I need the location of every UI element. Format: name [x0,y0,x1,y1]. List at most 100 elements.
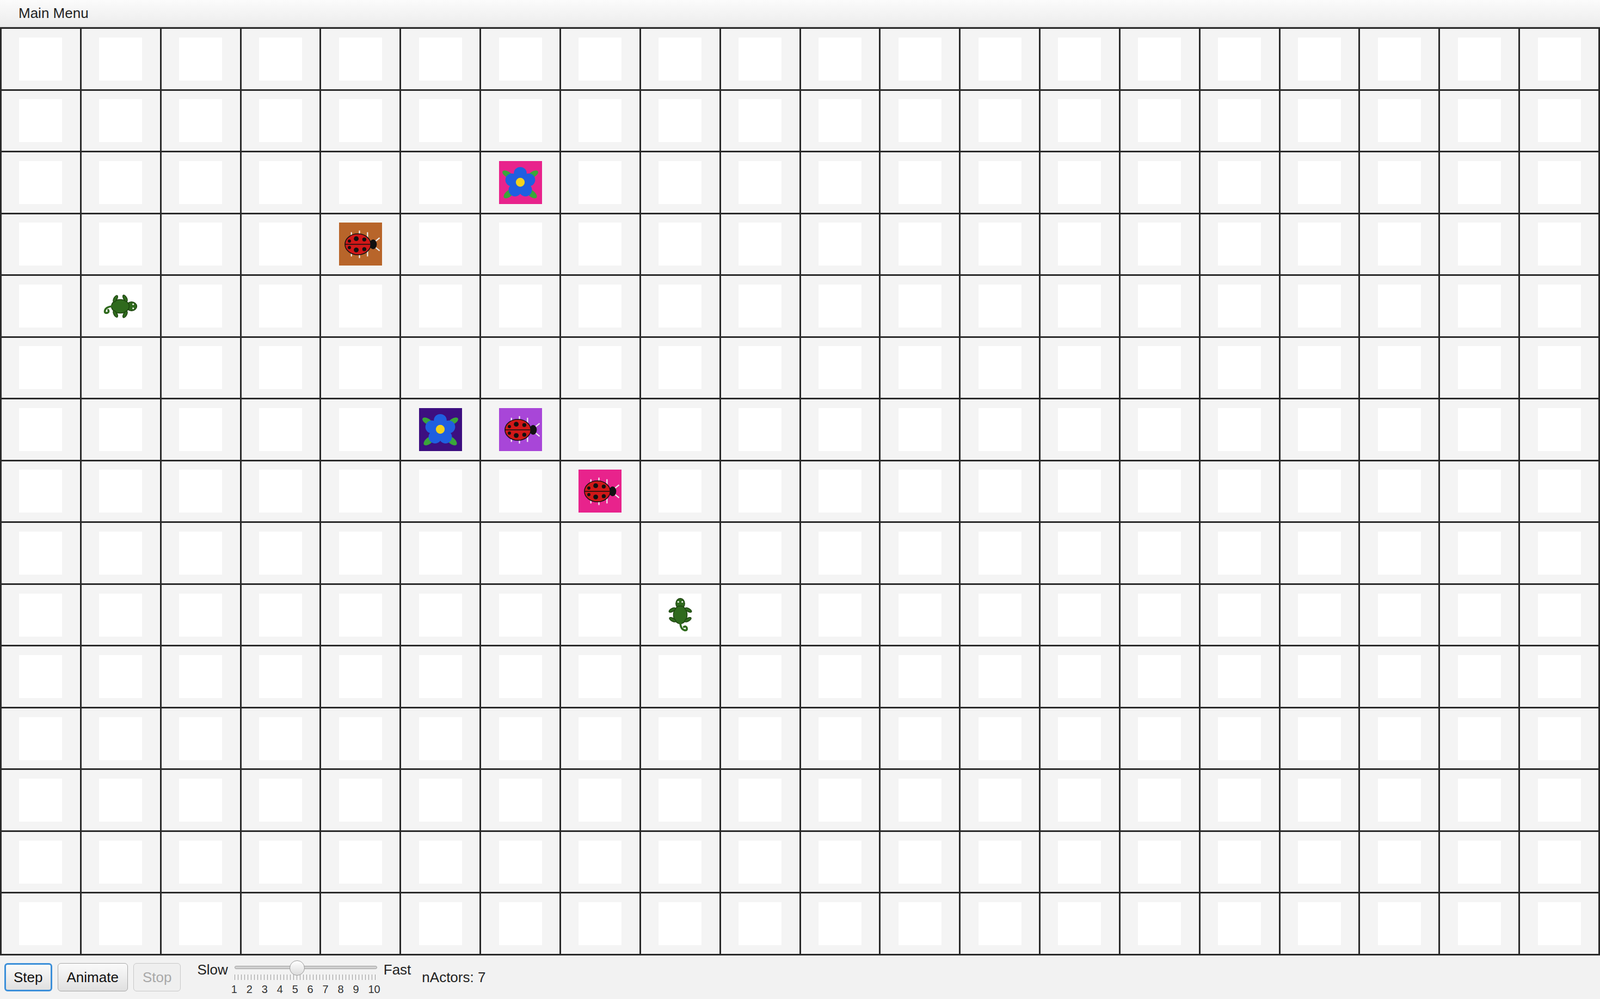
grid-cell[interactable] [801,399,882,462]
grid-cell[interactable] [401,28,482,91]
grid-cell[interactable] [241,152,322,215]
grid-cell[interactable] [1280,28,1361,91]
grid-cell[interactable] [1040,461,1121,524]
grid-cell[interactable] [641,214,722,277]
grid-cell[interactable] [1120,770,1201,833]
flower-tile[interactable] [499,161,543,205]
grid-cell[interactable] [960,461,1041,524]
grid-cell[interactable] [401,585,482,648]
grid-cell[interactable] [1440,90,1520,153]
grid-cell[interactable] [1200,214,1281,277]
grid-cell[interactable] [1120,708,1201,771]
grid-cell[interactable] [401,337,482,400]
grid-cell[interactable] [960,399,1041,462]
grid-cell[interactable] [1120,893,1201,956]
bug-actor[interactable] [578,469,622,513]
grid-cell[interactable] [1200,337,1281,400]
grid-cell[interactable] [1,585,82,648]
grid-cell[interactable] [1200,585,1281,648]
grid-cell[interactable] [960,90,1041,153]
grid-cell[interactable] [81,90,162,153]
critter-actor[interactable] [99,284,143,328]
grid-cell[interactable] [1280,152,1361,215]
grid-cell[interactable] [1,522,82,586]
grid-cell[interactable] [161,275,242,338]
grid-cell[interactable] [880,522,961,586]
grid-cell[interactable] [880,893,961,956]
grid-cell[interactable] [1360,832,1440,895]
grid-cell[interactable] [161,708,242,771]
grid-cell[interactable] [641,337,722,400]
grid-cell[interactable] [81,646,162,709]
grid-cell[interactable] [1360,461,1440,524]
grid-cell[interactable] [721,275,802,338]
grid-cell[interactable] [481,399,562,462]
grid-cell[interactable] [81,585,162,648]
grid-cell[interactable] [1,399,82,462]
grid-cell[interactable] [1120,28,1201,91]
grid-cell[interactable] [241,399,322,462]
grid-cell[interactable] [561,461,642,524]
grid-cell[interactable] [721,832,802,895]
grid-cell[interactable] [161,832,242,895]
grid-cell[interactable] [1040,646,1121,709]
grid-cell[interactable] [161,28,242,91]
grid-cell[interactable] [401,893,482,956]
grid-cell[interactable] [241,275,322,338]
grid-cell[interactable] [1040,28,1121,91]
grid-cell[interactable] [561,90,642,153]
grid-cell[interactable] [321,770,402,833]
grid-cell[interactable] [1520,522,1600,586]
grid-cell[interactable] [1040,770,1121,833]
grid-cell[interactable] [880,461,961,524]
grid-cell[interactable] [1200,522,1281,586]
grid-cell[interactable] [481,522,562,586]
grid-cell[interactable] [1040,522,1121,586]
bug-actor[interactable] [339,222,383,266]
grid-cell[interactable] [641,708,722,771]
grid-cell[interactable] [241,832,322,895]
grid-cell[interactable] [561,893,642,956]
critter-tile[interactable] [99,284,143,328]
grid-cell[interactable] [1520,708,1600,771]
grid-cell[interactable] [960,893,1041,956]
grid-cell[interactable] [721,893,802,956]
grid-cell[interactable] [1360,337,1440,400]
grid-cell[interactable] [1360,585,1440,648]
grid-cell[interactable] [1,646,82,709]
grid-cell[interactable] [321,152,402,215]
grid-cell[interactable] [801,708,882,771]
critter-actor[interactable] [658,593,702,637]
grid-cell[interactable] [481,28,562,91]
grid-cell[interactable] [81,893,162,956]
grid-cell[interactable] [321,585,402,648]
grid-cell[interactable] [1280,337,1361,400]
grid-cell[interactable] [960,832,1041,895]
grid-cell[interactable] [1280,770,1361,833]
grid-cell[interactable] [1360,522,1440,586]
grid-cell[interactable] [241,585,322,648]
grid-cell[interactable] [481,893,562,956]
grid-cell[interactable] [801,770,882,833]
grid-cell[interactable] [1,152,82,215]
grid-cell[interactable] [1120,214,1201,277]
grid-cell[interactable] [1120,461,1201,524]
grid-cell[interactable] [241,708,322,771]
grid-cell[interactable] [321,28,402,91]
grid-cell[interactable] [241,214,322,277]
grid-cell[interactable] [1200,832,1281,895]
grid-cell[interactable] [801,461,882,524]
grid-cell[interactable] [1040,585,1121,648]
grid-cell[interactable] [1520,337,1600,400]
grid-cell[interactable] [1200,893,1281,956]
grid-cell[interactable] [241,646,322,709]
grid-cell[interactable] [880,214,961,277]
grid-cell[interactable] [960,214,1041,277]
grid-cell[interactable] [1120,399,1201,462]
grid-cell[interactable] [1120,522,1201,586]
grid-cell[interactable] [1120,275,1201,338]
grid-cell[interactable] [960,708,1041,771]
grid-cell[interactable] [721,770,802,833]
grid-cell[interactable] [1520,770,1600,833]
grid-cell[interactable] [721,522,802,586]
